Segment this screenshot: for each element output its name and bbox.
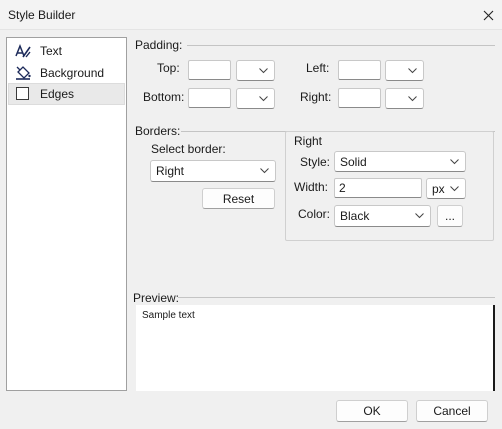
paint-bucket-icon bbox=[16, 66, 31, 80]
padding-top-label: Top: bbox=[157, 61, 180, 75]
chevron-down-icon bbox=[450, 159, 459, 165]
padding-right-label: Right: bbox=[300, 90, 332, 104]
select-border-label: Select border: bbox=[151, 142, 226, 156]
chevron-down-icon bbox=[260, 168, 269, 174]
padding-right-unit-select[interactable] bbox=[385, 88, 424, 109]
chevron-down-icon bbox=[408, 96, 417, 102]
text-style-icon bbox=[15, 43, 31, 58]
close-button[interactable] bbox=[474, 0, 502, 30]
reset-button[interactable]: Reset bbox=[202, 188, 275, 209]
border-width-input[interactable]: 2 bbox=[334, 178, 422, 198]
borders-group-label: Borders: bbox=[135, 124, 181, 138]
chevron-down-icon bbox=[450, 186, 459, 192]
sidebar-item-text[interactable]: Text bbox=[8, 40, 125, 62]
preview-pane: Sample text bbox=[136, 305, 495, 391]
chevron-down-icon bbox=[259, 68, 268, 74]
padding-top-unit-select[interactable] bbox=[236, 60, 275, 81]
padding-bottom-label: Bottom: bbox=[143, 90, 185, 104]
padding-right-input[interactable] bbox=[338, 88, 381, 108]
padding-bottom-input[interactable] bbox=[188, 88, 231, 108]
preview-sample-text: Sample text bbox=[142, 310, 195, 321]
preview-label: Preview: bbox=[133, 291, 180, 305]
sidebar-item-label: Text bbox=[40, 44, 63, 58]
padding-divider bbox=[187, 45, 495, 46]
category-list: Text Background Edges bbox=[6, 37, 127, 391]
border-color-label: Color: bbox=[298, 207, 331, 221]
style-builder-dialog: Style Builder Text Background Edges Padd… bbox=[0, 0, 502, 429]
padding-group-label: Padding: bbox=[135, 38, 183, 52]
padding-left-label: Left: bbox=[306, 61, 330, 75]
chevron-down-icon bbox=[415, 213, 424, 219]
padding-bottom-unit-select[interactable] bbox=[236, 88, 275, 109]
border-width-label: Width: bbox=[294, 180, 329, 194]
border-style-label: Style: bbox=[300, 155, 331, 169]
sidebar-item-label: Background bbox=[40, 66, 105, 80]
preview-divider bbox=[178, 297, 495, 298]
cancel-button[interactable]: Cancel bbox=[416, 400, 488, 422]
color-picker-button[interactable]: ... bbox=[437, 205, 463, 227]
padding-left-input[interactable] bbox=[338, 60, 381, 80]
sidebar-item-background[interactable]: Background bbox=[8, 62, 125, 84]
sidebar-item-label: Edges bbox=[40, 87, 75, 101]
close-icon bbox=[483, 10, 493, 20]
title-bar: Style Builder bbox=[0, 0, 502, 30]
select-border-dropdown[interactable]: Right bbox=[150, 160, 276, 182]
border-color-dropdown[interactable]: Black bbox=[334, 205, 431, 227]
edges-box-icon bbox=[16, 87, 29, 100]
border-detail-header: Right bbox=[294, 134, 323, 148]
chevron-down-icon bbox=[408, 68, 417, 74]
padding-top-input[interactable] bbox=[188, 60, 231, 80]
padding-left-unit-select[interactable] bbox=[385, 60, 424, 81]
border-width-unit-select[interactable]: px bbox=[426, 178, 466, 199]
chevron-down-icon bbox=[259, 96, 268, 102]
sidebar-item-edges[interactable]: Edges bbox=[8, 83, 125, 105]
ok-button[interactable]: OK bbox=[336, 400, 408, 422]
border-style-dropdown[interactable]: Solid bbox=[334, 151, 466, 172]
window-title: Style Builder bbox=[8, 8, 76, 22]
